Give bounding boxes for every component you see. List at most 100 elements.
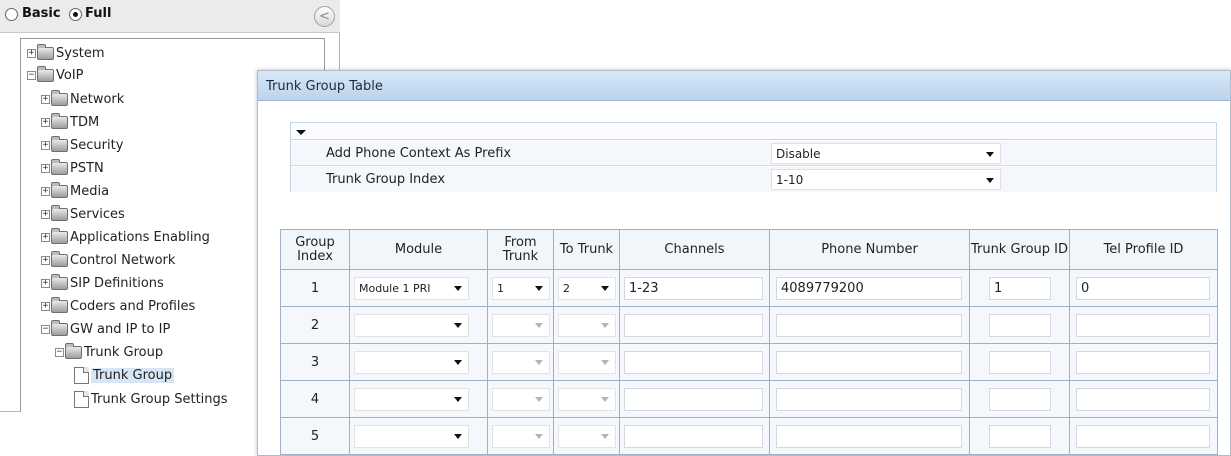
tree-item-sip-definitions[interactable]: + SIP Definitions <box>41 272 164 294</box>
tree-item-label: Trunk Group Settings <box>91 391 228 407</box>
expand-icon[interactable]: + <box>41 163 50 173</box>
group-index-cell: 3 <box>280 343 350 381</box>
phone-number-input[interactable]: 4089779200 <box>776 277 962 300</box>
from-trunk-select[interactable] <box>492 388 550 411</box>
trunk-group-id-input[interactable] <box>989 388 1051 411</box>
to-trunk-select[interactable] <box>558 425 616 448</box>
expand-icon[interactable]: + <box>41 209 50 219</box>
phone-number-input[interactable] <box>776 425 962 448</box>
tree-item-control-network[interactable]: + Control Network <box>41 249 175 271</box>
folder-icon <box>51 112 68 129</box>
to-trunk-select[interactable] <box>558 388 616 411</box>
tel-profile-id-input[interactable] <box>1076 425 1210 448</box>
channels-input[interactable]: 1-23 <box>624 277 763 300</box>
tree-item-tdm[interactable]: + TDM <box>41 111 99 133</box>
tree-item-pstn[interactable]: + PSTN <box>41 157 104 179</box>
module-select[interactable] <box>354 314 469 337</box>
tel-profile-id-input[interactable] <box>1076 388 1210 411</box>
phone-context-select[interactable]: Disable <box>771 143 1001 164</box>
channels-input[interactable] <box>624 425 763 448</box>
channels-input[interactable] <box>624 314 763 337</box>
tree-item-label: GW and IP to IP <box>70 321 171 337</box>
chevron-down-icon <box>601 360 609 365</box>
group-index-cell: 1 <box>280 269 350 307</box>
column-header: Group Index <box>280 229 350 270</box>
expand-icon[interactable]: + <box>41 117 50 127</box>
trunk-group-index-select[interactable]: 1-10 <box>771 169 1001 190</box>
chevron-down-icon <box>986 152 994 157</box>
param-row-trunk-group-index: Trunk Group Index 1-10 <box>291 167 1216 192</box>
tree-item-network[interactable]: + Network <box>41 88 124 110</box>
expand-icon[interactable]: + <box>41 140 50 150</box>
tel-profile-id-input[interactable]: 0 <box>1076 277 1210 300</box>
tree-item-system[interactable]: + System <box>27 42 104 64</box>
tel-profile-id-input[interactable] <box>1076 351 1210 374</box>
expand-icon[interactable]: + <box>41 232 50 242</box>
phone-number-input[interactable] <box>776 388 962 411</box>
phone-number-input[interactable] <box>776 314 962 337</box>
group-index-cell: 5 <box>280 417 350 455</box>
expand-icon[interactable]: + <box>41 255 50 265</box>
trunk-group-id-input[interactable] <box>989 351 1051 374</box>
tree-item-media[interactable]: + Media <box>41 180 109 202</box>
collapse-nav-button[interactable]: < <box>314 6 335 27</box>
section-toggle[interactable] <box>291 123 1216 140</box>
tree-item-voip[interactable]: − VoIP <box>27 64 84 86</box>
from-trunk-select[interactable]: 1 <box>492 277 550 300</box>
tree-item-trunk-group-folder[interactable]: − Trunk Group <box>55 341 163 363</box>
tel-profile-id-input[interactable] <box>1076 314 1210 337</box>
tree-item-trunk-group-page[interactable]: Trunk Group <box>74 364 175 386</box>
module-select[interactable] <box>354 388 469 411</box>
full-radio[interactable] <box>69 8 82 21</box>
to-trunk-select[interactable]: 2 <box>558 277 616 300</box>
channels-input[interactable] <box>624 388 763 411</box>
column-header: From Trunk <box>487 229 554 270</box>
to-trunk-select[interactable] <box>558 351 616 374</box>
basic-radio[interactable] <box>5 8 18 21</box>
expand-icon[interactable]: + <box>41 94 50 104</box>
phone-number-input[interactable] <box>776 351 962 374</box>
expand-icon[interactable]: + <box>41 301 50 311</box>
collapse-icon[interactable]: − <box>55 347 64 357</box>
from-trunk-select[interactable] <box>492 425 550 448</box>
input-value: 1-23 <box>629 281 659 296</box>
table-row: 5 <box>280 417 1218 455</box>
module-select[interactable] <box>354 351 469 374</box>
tree-item-applications-enabling[interactable]: + Applications Enabling <box>41 226 210 248</box>
collapse-arrow-icon[interactable] <box>296 130 306 135</box>
table-row: 1 Module 1 PRI 1 2 1-23 4089779200 1 0 <box>280 269 1218 307</box>
column-header: Module <box>349 229 488 270</box>
collapse-icon[interactable]: − <box>41 324 50 334</box>
full-label[interactable]: Full <box>85 6 111 21</box>
param-label: Trunk Group Index <box>326 172 446 187</box>
expand-icon[interactable]: + <box>27 48 36 58</box>
module-select[interactable]: Module 1 PRI <box>354 277 469 300</box>
tree-item-services[interactable]: + Services <box>41 203 125 225</box>
folder-icon <box>51 89 68 106</box>
parameters-section: Add Phone Context As Prefix Disable Trun… <box>290 122 1217 192</box>
expand-icon[interactable]: + <box>41 278 50 288</box>
panel-title: Trunk Group Table <box>258 71 1230 101</box>
column-header: Tel Profile ID <box>1069 229 1218 270</box>
folder-icon <box>51 296 68 313</box>
column-header: Channels <box>619 229 770 270</box>
chevron-down-icon <box>986 178 994 183</box>
from-trunk-select[interactable] <box>492 314 550 337</box>
trunk-group-id-input[interactable] <box>989 425 1051 448</box>
trunk-group-id-input[interactable]: 1 <box>989 277 1051 300</box>
chevron-down-icon <box>601 434 609 439</box>
basic-label[interactable]: Basic <box>22 6 61 21</box>
tree-item-label: Media <box>70 183 110 199</box>
tree-item-coders-and-profiles[interactable]: + Coders and Profiles <box>41 295 195 317</box>
channels-input[interactable] <box>624 351 763 374</box>
collapse-icon[interactable]: − <box>27 70 36 80</box>
tree-item-trunk-group-settings[interactable]: Trunk Group Settings <box>74 388 228 410</box>
tree-item-gw-and-ip-to-ip[interactable]: − GW and IP to IP <box>41 318 170 340</box>
from-trunk-select[interactable] <box>492 351 550 374</box>
trunk-group-id-input[interactable] <box>989 314 1051 337</box>
module-select[interactable] <box>354 425 469 448</box>
to-trunk-select[interactable] <box>558 314 616 337</box>
tree-item-security[interactable]: + Security <box>41 134 123 156</box>
expand-icon[interactable]: + <box>41 186 50 196</box>
tree-item-label: Services <box>70 206 125 222</box>
